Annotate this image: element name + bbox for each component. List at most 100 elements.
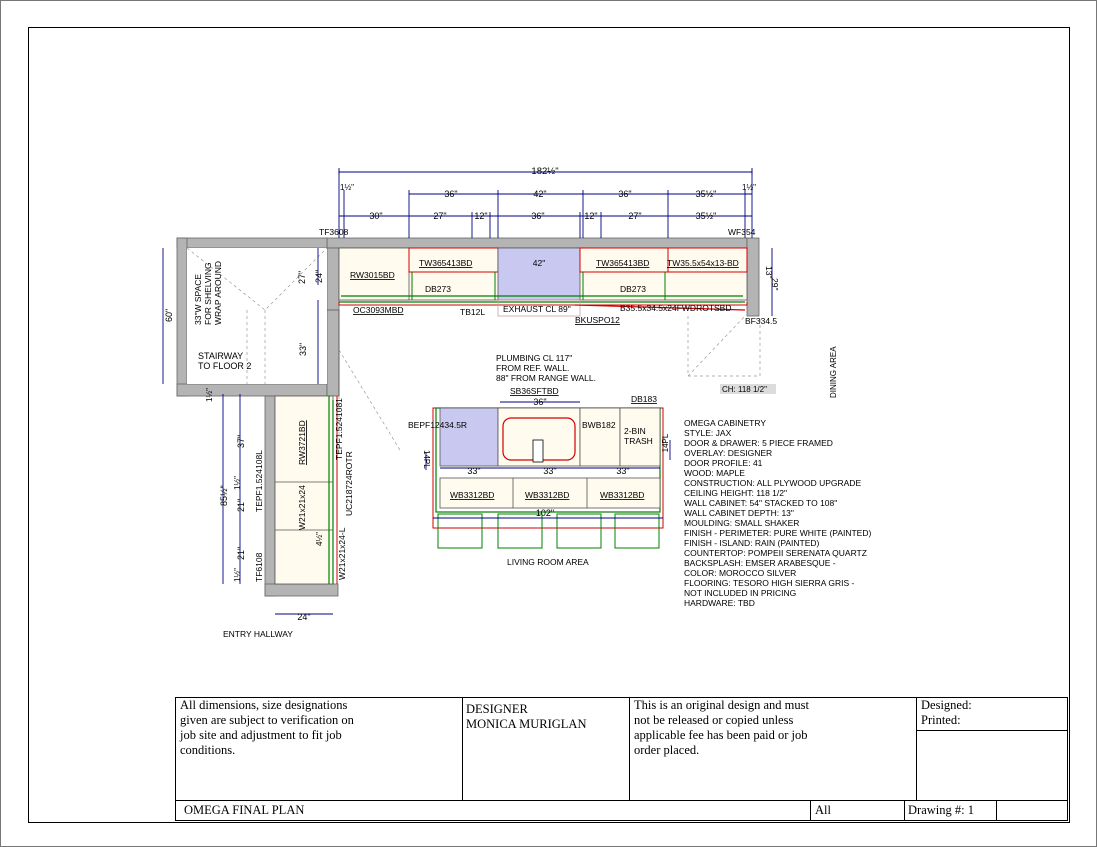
spec-line: WALL CABINET DEPTH: 13" <box>684 508 794 518</box>
designer-block: DESIGNER MONICA MURIGLAN <box>466 702 587 732</box>
dim-row2-3: 36" <box>531 211 544 221</box>
wall-cab-3: TW35.5x54x13-BD <box>667 258 739 268</box>
notice-line: order placed. <box>634 743 700 757</box>
dim-row1-1: 42" <box>533 189 546 199</box>
dim-row1-2: 36" <box>618 189 631 199</box>
disclaimer-line: job site and adjustment to fit job <box>180 728 342 742</box>
left-run-0: RW3721BD <box>297 420 307 465</box>
spec-line: CEILING HEIGHT: 118 1/2" <box>684 488 787 498</box>
title-block-bottom-divider-a <box>810 800 811 821</box>
spec-line: FINISH - PERIMETER: PURE WHITE (PAINTED) <box>684 528 871 538</box>
notice-line: not be released or copied unless <box>634 713 794 727</box>
base-cab-0: DB273 <box>425 284 451 294</box>
title-block-bottom-divider-b <box>904 800 905 821</box>
below-5: BF334.5 <box>745 316 777 326</box>
spec-line: WOOD: MAPLE <box>684 468 745 478</box>
left-run-dim-1: 37" <box>236 435 246 448</box>
left-run-4: TEPF1.524108L <box>254 450 264 512</box>
island-label-0: BEPF12434.5R <box>408 420 467 430</box>
spec-line: OMEGA CABINETRY <box>684 418 766 428</box>
title-block-bottom-divider-c <box>996 800 997 821</box>
dim-row2-4: 12" <box>584 211 597 221</box>
spec-line: NOT INCLUDED IN PRICING <box>684 588 796 598</box>
island-bottom-2: WB3312BD <box>600 490 644 500</box>
right-dim-0: 13" <box>764 266 774 278</box>
dim-row1-3: 35½" <box>696 189 717 199</box>
spec-line: FLOORING: TESORO HIGH SIERRA GRIS - <box>684 578 855 588</box>
designer-name: MONICA MURIGLAN <box>466 717 587 731</box>
below-2: EXHAUST CL 89" <box>503 304 571 314</box>
island-top-0: SB36SFTBD <box>510 386 559 396</box>
below-3: B35.5x34.5x24FWDROTSBD <box>620 303 731 313</box>
top-stub-right: 1½" <box>742 183 756 192</box>
notice-line: This is an original design and must <box>634 698 809 712</box>
spec-line: FINISH - ISLAND: RAIN (PAINTED) <box>684 538 820 548</box>
title-block-divider-row <box>175 800 1068 801</box>
drawing-number: Drawing #: 1 <box>908 803 974 817</box>
dining-label: DINING AREA <box>829 346 838 398</box>
island-label-5: 14PL <box>661 433 670 452</box>
disclaimer-line: conditions. <box>180 743 236 757</box>
island-top-2: 36" <box>533 397 546 407</box>
left-run-3: TEPF1.5241081 <box>334 398 344 460</box>
left-dim-1: 27" <box>297 271 307 284</box>
left-run-6: TF6108 <box>254 552 264 582</box>
island-top-1: DB183 <box>631 394 657 404</box>
left-dim-0: 24" <box>314 270 324 283</box>
island-label-3: TRASH <box>624 436 653 446</box>
disclaimer-line: All dimensions, size designations <box>180 698 348 712</box>
spec-line: WALL CABINET: 54" STACKED TO 108" <box>684 498 837 508</box>
left-run-5: UC218724ROTR <box>344 451 354 516</box>
spec-line: COLOR: MOROCCO SILVER <box>684 568 796 578</box>
dim-row2-5: 27" <box>628 211 641 221</box>
range-hood <box>497 247 581 301</box>
spec-line: CONSTRUCTION: ALL PLYWOOD UPGRADE <box>684 478 861 488</box>
scale-value: All <box>815 803 831 817</box>
entry-hallway: ENTRY HALLWAY <box>223 629 293 639</box>
below-0: OC3093MBD <box>353 305 404 315</box>
left-run-dim-6: 1½" <box>233 568 242 582</box>
island-dim-3: 102" <box>536 508 554 518</box>
spec-line: MOULDING: SMALL SHAKER <box>684 518 799 528</box>
corner-right: WF354 <box>728 227 756 237</box>
spec-line: OVERLAY: DESIGNER <box>684 448 772 458</box>
wall-cab-0: RW3015BD <box>350 270 395 280</box>
island-label-1: BWB182 <box>582 420 616 430</box>
dim-row2-1: 27" <box>433 211 446 221</box>
title-block-col2 <box>629 697 630 801</box>
left-run-dim-3: 1½" <box>233 476 242 490</box>
spec-line: DOOR & DRAWER: 5 PIECE FRAMED <box>684 438 833 448</box>
island-bottom-0: WB3312BD <box>450 490 494 500</box>
left-run-dim-4: 21" <box>236 499 246 512</box>
left-run-2: W21x21x24-L <box>337 527 347 580</box>
wall-cab-1: TW365413BD <box>419 258 472 268</box>
designed-printed: Designed: Printed: <box>921 698 972 728</box>
wall-cab-2: TW365413BD <box>596 258 649 268</box>
stairway-1: TO FLOOR 2 <box>198 361 251 371</box>
dim-row2-2: 12" <box>474 211 487 221</box>
living-room: LIVING ROOM AREA <box>507 557 589 567</box>
plumbing-1: FROM REF. WALL. <box>496 363 569 373</box>
dim-row2-6: 35½" <box>696 211 717 221</box>
left-run-1: W21x21x24 <box>297 485 307 530</box>
plan-name: OMEGA FINAL PLAN <box>184 803 305 817</box>
disclaimer-text: All dimensions, size designations given … <box>180 698 354 758</box>
left-run-dim-5: 21" <box>236 547 246 560</box>
left-run-dim-2: 85½" <box>219 485 229 506</box>
title-block-col1 <box>462 697 463 801</box>
floor-plan-drawing: 182½" 1½" 1½" 36" 42" 36" 35½" 30" 27" 1… <box>162 166 871 639</box>
left-dim-2: 33" <box>298 343 308 356</box>
hood-width: 42" <box>533 258 545 268</box>
base-cab-1: DB273 <box>620 284 646 294</box>
notice-line: applicable fee has been paid or job <box>634 728 808 742</box>
stairway-0: STAIRWAY <box>198 351 243 361</box>
island-dim-1: 33" <box>543 466 556 476</box>
designer-label: DESIGNER <box>466 702 528 716</box>
spec-line: BACKSPLASH: EMSER ARABESQUE - <box>684 558 836 568</box>
left-run-dim-7: 4½" <box>315 532 324 546</box>
notice-text: This is an original design and must not … <box>634 698 809 758</box>
dim-row1-0: 36" <box>444 189 457 199</box>
corner-left: TF3608 <box>319 227 349 237</box>
island-dim-0: 33" <box>467 466 480 476</box>
plumbing-2: 88" FROM RANGE WALL. <box>496 373 596 383</box>
